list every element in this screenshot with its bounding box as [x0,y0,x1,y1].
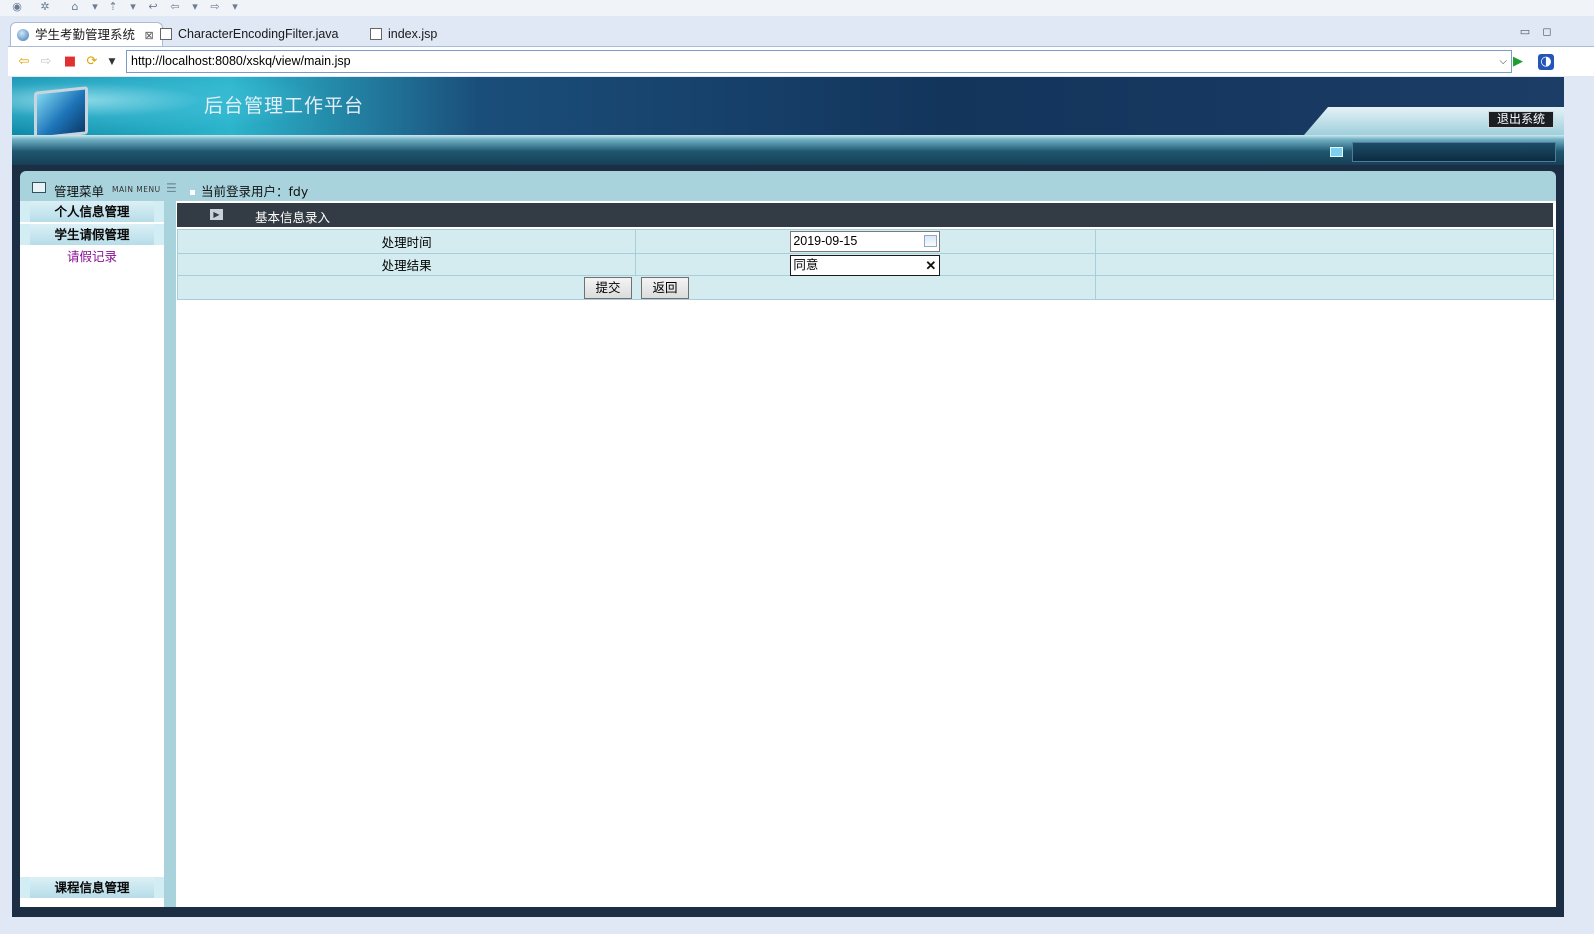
forward-icon[interactable]: ⇨ [208,0,222,13]
menu-icon [32,182,46,193]
content-frame: 管理菜单 MAIN MENU ☰ 当前登录用户：fdy 个人信息管理 学生请假管… [20,171,1556,907]
sidebar-header: 管理菜单 MAIN MENU ☰ [20,177,177,199]
globe-icon[interactable]: ◉ [10,0,24,13]
status-box [1352,142,1556,162]
url-text: http://localhost:8080/xskq/view/main.jsp [131,54,351,68]
refresh-icon[interactable]: ⟳ [84,54,100,70]
form-header: ▶ 基本信息录入 [177,203,1553,227]
open-type-icon[interactable]: ⌂ [68,0,82,13]
sidebar-group-course-info[interactable]: 课程信息管理 [20,877,164,898]
sidebar: 个人信息管理 学生请假管理 请假记录 课程信息管理 [20,201,164,907]
dropdown-icon[interactable]: ▾ [228,0,242,13]
logout-button[interactable]: 退出系统 [1487,111,1554,128]
tab-java-file[interactable]: CharacterEncodingFilter.java [154,22,347,46]
main-panel: ▶ 基本信息录入 处理时间 2019-09-15 处理结果 同意 ✕ 提交 返回 [176,201,1556,907]
last-edit-icon[interactable]: ↩ [146,0,160,13]
tab-label: index.jsp [388,27,438,41]
form-row: 处理结果 同意 ✕ [176,253,1555,276]
forward-icon[interactable]: ⇨ [38,54,54,70]
field-label: 处理时间 [176,229,637,254]
editor-tab-strip: 学生考勤管理系统 ⊠ CharacterEncodingFilter.java … [8,18,1594,46]
eclipse-icon[interactable]: ◑ [1538,54,1554,70]
sidebar-title: 管理菜单 [54,184,105,199]
sidebar-group-personal-info[interactable]: 个人信息管理 [20,201,164,222]
jsp-file-icon [370,28,382,40]
monitor-icon [34,86,88,140]
web-app: 后台管理工作平台 退出系统 管理菜单 MAIN MENU ☰ 当前登录用户：fd… [12,77,1564,917]
sidebar-subtitle: MAIN MENU [112,185,161,194]
go-icon[interactable]: ▶ [1510,54,1526,70]
form-actions-row: 提交 返回 [177,275,1555,300]
maximize-icon[interactable]: ◻ [1541,26,1553,38]
process-result-value: 同意 [793,258,819,272]
empty-cell [1094,253,1555,276]
field-label: 处理结果 [176,253,637,276]
form-table: 处理时间 2019-09-15 处理结果 同意 ✕ 提交 返回 [176,229,1555,300]
clear-icon[interactable]: ✕ [925,256,936,275]
process-result-input[interactable]: 同意 ✕ [790,255,941,276]
sidebar-group-leave-management[interactable]: 学生请假管理 [20,224,164,245]
bullet-icon [190,190,195,195]
tab-label: 学生考勤管理系统 [35,28,136,42]
annotation-icon[interactable]: ⇡ [106,0,120,13]
form-section-title: 基本信息录入 [255,210,331,225]
java-file-icon [160,28,172,40]
dropdown-icon[interactable]: ▾ [188,0,202,13]
ide-toolbar: ◉ ✲ ⌂ ▾ ⇡ ▾ ↩ ⇦ ▾ ⇨ ▾ [0,0,1594,16]
browser-nav-bar: ⇦ ⇨ ■ ⟳ ▼ http://localhost:8080/xskq/vie… [8,46,1594,76]
page-title: 后台管理工作平台 [204,95,365,117]
empty-cell [1094,275,1555,300]
header-banner: 后台管理工作平台 退出系统 [12,77,1564,140]
back-icon[interactable]: ⇦ [16,54,32,70]
close-icon[interactable]: ⊠ [145,30,154,42]
dropdown-icon[interactable]: ▾ [88,0,102,13]
empty-cell [1094,229,1555,254]
minimize-icon[interactable]: ▭ [1519,26,1531,38]
actions-cell: 提交 返回 [177,275,1096,300]
sidebar-link-leave-records[interactable]: 请假记录 [20,249,164,265]
current-user-label: 当前登录用户：fdy [201,184,309,199]
field-cell: 2019-09-15 [635,229,1096,254]
globe-icon [17,29,29,41]
run-icon[interactable]: ✲ [38,0,52,13]
chevron-down-icon[interactable]: ▼ [104,54,120,70]
back-button[interactable]: 返回 [641,277,689,299]
dropdown-icon[interactable]: ▾ [126,0,140,13]
list-icon: ☰ [166,181,177,195]
submit-button[interactable]: 提交 [584,277,632,299]
process-time-value: 2019-09-15 [793,234,858,248]
field-cell: 同意 ✕ [635,253,1096,276]
tab-jsp-file[interactable]: index.jsp [364,22,445,46]
calendar-icon[interactable] [924,235,938,247]
stop-icon[interactable]: ■ [62,54,78,70]
tab-label: CharacterEncodingFilter.java [178,27,339,41]
play-icon: ▶ [210,209,223,220]
process-time-input[interactable]: 2019-09-15 [790,231,941,252]
current-user: 当前登录用户：fdy [190,181,308,200]
back-icon[interactable]: ⇦ [168,0,182,13]
screen-icon [1330,147,1343,157]
form-row: 处理时间 2019-09-15 [176,229,1555,254]
tab-browser[interactable]: 学生考勤管理系统 ⊠ [10,22,163,46]
chevron-down-icon[interactable]: ⌵ [1499,51,1507,72]
url-input[interactable]: http://localhost:8080/xskq/view/main.jsp… [126,50,1512,73]
